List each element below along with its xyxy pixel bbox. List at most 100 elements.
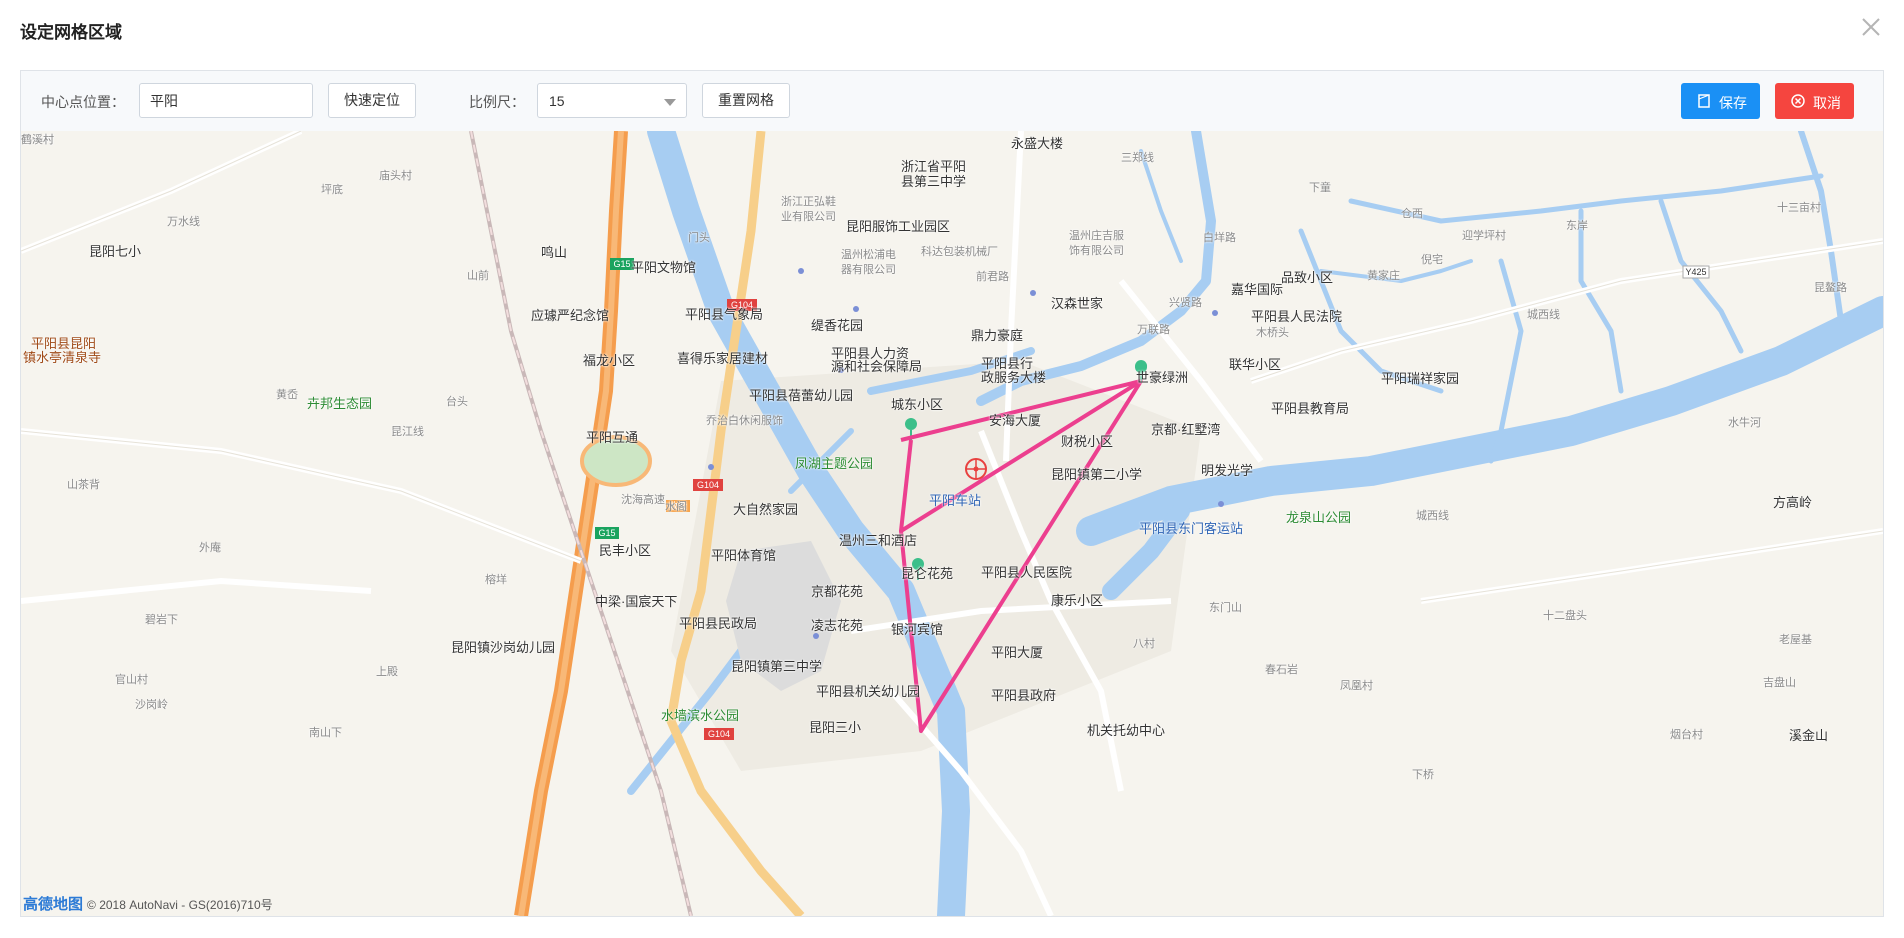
map-label[interactable]: 平阳县民政局 xyxy=(679,613,757,632)
quick-locate-button[interactable]: 快速定位 xyxy=(328,83,416,118)
map-label[interactable]: 安海大厦 xyxy=(989,410,1041,429)
map-label[interactable]: 鹤溪村 xyxy=(21,131,54,147)
map-label[interactable]: 财税小区 xyxy=(1061,431,1113,450)
map-label[interactable]: 昆阳镇第三中学 xyxy=(731,656,822,675)
center-point-input[interactable] xyxy=(139,83,313,118)
map-label[interactable]: 镇水亭清泉寺 xyxy=(23,347,101,366)
map-label[interactable]: 器有限公司 xyxy=(841,261,896,277)
map-label[interactable]: 白垟路 xyxy=(1203,229,1236,245)
map-label[interactable]: 南山下 xyxy=(309,724,342,740)
map-label[interactable]: 大自然家园 xyxy=(733,499,798,518)
map-label[interactable]: 城西线 xyxy=(1527,306,1560,322)
map-label[interactable]: 鼎力豪庭 xyxy=(971,325,1023,344)
map-label[interactable]: 三郑线 xyxy=(1121,149,1154,165)
map-label[interactable]: 上殿 xyxy=(376,663,398,679)
map-label[interactable]: 春石岩 xyxy=(1265,661,1298,677)
map-label[interactable]: 银河宾馆 xyxy=(891,619,943,638)
map-label[interactable]: 外庵 xyxy=(199,539,221,555)
map-label[interactable]: 京都·红墅湾 xyxy=(1151,419,1220,438)
map-label[interactable]: 业有限公司 xyxy=(781,208,836,224)
map-label[interactable]: 昆阳服饰工业园区 xyxy=(846,216,950,235)
map-label[interactable]: 平阳县机关幼儿园 xyxy=(816,681,920,700)
map-label[interactable]: 平阳瑞祥家园 xyxy=(1381,368,1459,387)
map-label[interactable]: 中梁·国宸天下 xyxy=(595,591,677,610)
reset-grid-button[interactable]: 重置网格 xyxy=(702,83,790,118)
map-label[interactable]: 官山村 xyxy=(115,671,148,687)
map-label[interactable]: 凌志花苑 xyxy=(811,615,863,634)
map-label[interactable]: 永盛大楼 xyxy=(1011,133,1063,152)
map-label[interactable]: 前君路 xyxy=(976,268,1009,284)
map-label[interactable]: 政服务大楼 xyxy=(981,367,1046,386)
map-label[interactable]: 山茶背 xyxy=(67,476,100,492)
map-label[interactable]: 平阳县政府 xyxy=(991,685,1056,704)
map-label[interactable]: 源和社会保障局 xyxy=(831,356,922,375)
map-label[interactable]: 沈海高速 xyxy=(621,491,665,507)
save-button[interactable]: 保存 xyxy=(1681,83,1760,119)
map-label[interactable]: 平阳县人民法院 xyxy=(1251,306,1342,325)
map-label[interactable]: 平阳县东门客运站 xyxy=(1139,518,1243,537)
map-label[interactable]: 昆鳌路 xyxy=(1814,279,1847,295)
map-label[interactable]: 温州庄吉服 xyxy=(1069,227,1124,243)
map-label[interactable]: 平阳文物馆 xyxy=(631,257,696,276)
map-label[interactable]: 平阳县蓓蕾幼儿园 xyxy=(749,385,853,404)
map-label[interactable]: 八村 xyxy=(1133,635,1155,651)
map-label[interactable]: 十二盘头 xyxy=(1543,607,1587,623)
map-label[interactable]: 平阳县教育局 xyxy=(1271,398,1349,417)
map-label[interactable]: 平阳县人民医院 xyxy=(981,562,1072,581)
map-label[interactable]: 浙江正弘鞋 xyxy=(781,193,836,209)
map-label[interactable]: 平阳互通 xyxy=(586,427,638,446)
close-icon[interactable] xyxy=(1858,14,1884,40)
map-label[interactable]: 品致小区 xyxy=(1281,267,1333,286)
map-label[interactable]: 科达包装机械厂 xyxy=(921,243,998,259)
map-label[interactable]: 门头 xyxy=(688,229,710,245)
map-label[interactable]: 昆阳七小 xyxy=(89,241,141,260)
map-label[interactable]: 榕垟 xyxy=(485,571,507,587)
scale-select[interactable]: 15 xyxy=(537,83,687,118)
map-label[interactable]: 应璩严纪念馆 xyxy=(531,305,609,324)
map-label[interactable]: 方高岭 xyxy=(1773,492,1812,511)
map-label[interactable]: 仓西 xyxy=(1401,205,1423,221)
map-label[interactable]: 昆阳镇第二小学 xyxy=(1051,464,1142,483)
map-label[interactable]: 万水线 xyxy=(167,213,200,229)
map-label[interactable]: 城西线 xyxy=(1416,507,1449,523)
map-label[interactable]: 凤凰村 xyxy=(1340,677,1373,693)
map-label[interactable]: 迎学坪村 xyxy=(1462,227,1506,243)
map-label[interactable]: 碧岩下 xyxy=(145,611,178,627)
map-label[interactable]: 水牛河 xyxy=(1728,414,1761,430)
map-label[interactable]: 吉盘山 xyxy=(1763,674,1796,690)
map-label[interactable]: 昆江线 xyxy=(391,423,424,439)
map-label[interactable]: 万联路 xyxy=(1137,321,1170,337)
map-label[interactable]: 明发光学 xyxy=(1201,460,1253,479)
map-label[interactable]: 兴贤路 xyxy=(1169,294,1202,310)
map-label[interactable]: 温州三和酒店 xyxy=(839,530,917,549)
map-label[interactable]: 温州松浦电 xyxy=(841,246,896,262)
map-label[interactable]: 水墙滨水公园 xyxy=(661,705,739,724)
map-label[interactable]: 下桥 xyxy=(1412,766,1434,782)
map-label[interactable]: 平阳体育馆 xyxy=(711,545,776,564)
map-label[interactable]: 昆阳镇沙岗幼儿园 xyxy=(451,637,555,656)
map-label[interactable]: 民丰小区 xyxy=(599,540,651,559)
map-label[interactable]: 平阳县气象局 xyxy=(685,304,763,323)
map-label[interactable]: 昆阳三小 xyxy=(809,717,861,736)
map-label[interactable]: 乔治白休闲服饰 xyxy=(706,412,783,428)
map-label[interactable]: 京都花苑 xyxy=(811,581,863,600)
map-label[interactable]: 世豪绿洲 xyxy=(1136,367,1188,386)
map-label[interactable]: 饰有限公司 xyxy=(1069,242,1124,258)
map-label[interactable]: 山前 xyxy=(467,267,489,283)
map-label[interactable]: 庙头村 xyxy=(379,167,412,183)
map-label[interactable]: 下童 xyxy=(1309,179,1331,195)
map-label[interactable]: 水阁 xyxy=(665,498,687,514)
map-label[interactable]: 福龙小区 xyxy=(583,350,635,369)
map-label[interactable]: 县第三中学 xyxy=(901,171,966,190)
map-label[interactable]: 东岸 xyxy=(1566,217,1588,233)
map-label[interactable]: 卉邦生态园 xyxy=(307,393,372,412)
map-label[interactable]: 缇香花园 xyxy=(811,315,863,334)
center-target-icon[interactable] xyxy=(965,458,987,480)
map-label[interactable]: 嘉华国际 xyxy=(1231,279,1283,298)
map-label[interactable]: 老屋基 xyxy=(1779,631,1812,647)
map-label[interactable]: 沙岗岭 xyxy=(135,696,168,712)
map-label[interactable]: 凤湖主题公园 xyxy=(795,453,873,472)
map-label[interactable]: 十三亩村 xyxy=(1777,199,1821,215)
map-label[interactable]: 木桥头 xyxy=(1256,324,1289,340)
map-label[interactable]: 喜得乐家居建材 xyxy=(677,348,768,367)
